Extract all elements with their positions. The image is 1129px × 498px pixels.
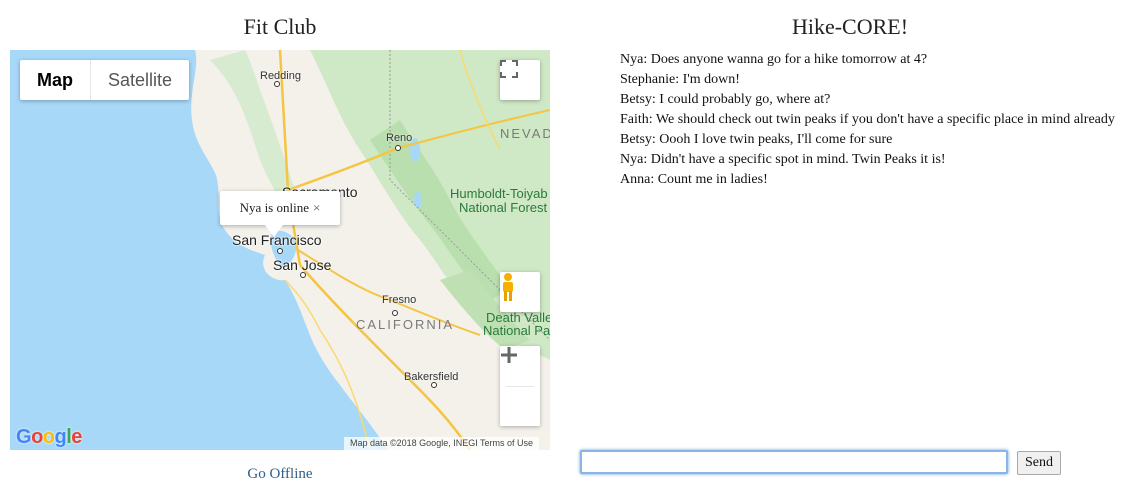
chat-message: Betsy: I could probably go, where at? bbox=[620, 92, 831, 107]
map-type-map-button[interactable]: Map bbox=[20, 60, 90, 100]
info-window: Nya is online × bbox=[220, 191, 340, 225]
info-window-close-icon[interactable]: × bbox=[313, 200, 320, 216]
map-label-nevada: NEVAD bbox=[500, 126, 550, 141]
go-offline-link[interactable]: Go Offline bbox=[10, 466, 550, 483]
chat-message: Nya: Does anyone wanna go for a hike tom… bbox=[620, 52, 928, 67]
fullscreen-icon bbox=[500, 60, 518, 78]
map-terrain bbox=[10, 50, 550, 450]
street-view-button[interactable] bbox=[500, 272, 540, 312]
pegman-icon bbox=[503, 273, 513, 301]
chat-message-input[interactable] bbox=[580, 450, 1008, 474]
map-attribution[interactable]: Map data ©2018 Google, INEGI Terms of Us… bbox=[344, 437, 540, 450]
zoom-out-button[interactable] bbox=[500, 353, 540, 426]
map-label-death-valley-2: National Pa bbox=[483, 323, 550, 338]
map-label-bakersfield: Bakersfield bbox=[404, 371, 459, 383]
map-label-fresno: Fresno bbox=[382, 294, 417, 306]
map-type-control: Map Satellite bbox=[20, 60, 190, 100]
zoom-out-icon bbox=[501, 353, 517, 357]
send-button[interactable]: Send bbox=[1017, 451, 1061, 475]
map[interactable]: Redding Reno NEVAD Sacramento San Franci… bbox=[10, 50, 550, 450]
zoom-divider bbox=[506, 386, 534, 387]
chat-message: Anna: Count me in ladies! bbox=[620, 172, 768, 187]
fullscreen-button[interactable] bbox=[500, 60, 540, 100]
info-window-text: Nya is online bbox=[239, 200, 309, 215]
chat-message: Nya: Didn't have a specific spot in mind… bbox=[620, 152, 946, 167]
zoom-control bbox=[500, 346, 540, 426]
map-label-humboldt: Humboldt-Toiyab bbox=[450, 186, 548, 201]
chat-message: Faith: We should check out twin peaks if… bbox=[620, 112, 1115, 127]
map-label-humboldt-2: National Forest bbox=[459, 200, 548, 215]
info-window-pointer bbox=[265, 225, 283, 237]
left-panel-title: Fit Club bbox=[243, 14, 317, 39]
map-label-redding: Redding bbox=[260, 70, 301, 82]
google-logo: Google bbox=[16, 426, 82, 448]
map-type-satellite-button[interactable]: Satellite bbox=[90, 60, 189, 100]
chat-message: Betsy: Oooh I love twin peaks, I'll come… bbox=[620, 132, 893, 147]
chat-messages: Nya: Does anyone wanna go for a hike tom… bbox=[620, 50, 1125, 190]
map-label-san-jose: San Jose bbox=[273, 257, 332, 273]
chat-message: Stephanie: I'm down! bbox=[620, 72, 740, 87]
map-label-california: CALIFORNIA bbox=[356, 317, 455, 332]
chat-title: Hike-CORE! bbox=[791, 14, 909, 39]
map-label-reno: Reno bbox=[386, 132, 413, 144]
